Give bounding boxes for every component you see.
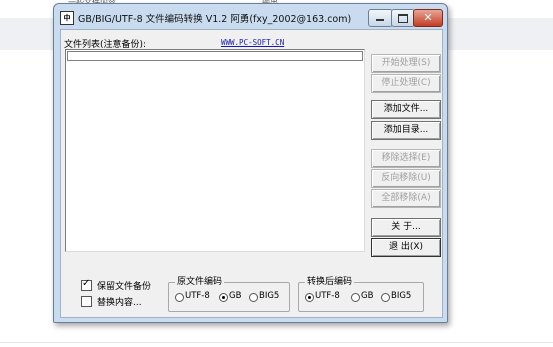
checkmark-icon: ✓ [82,278,91,289]
source-utf8-radio[interactable] [175,293,184,302]
exit-button[interactable]: 退 出(X) [371,238,441,257]
about-button[interactable]: 关 于... [371,218,441,237]
selected-dot-icon [308,296,311,299]
source-big5-label[interactable]: BIG5 [259,291,279,301]
target-gb-radio[interactable] [351,293,360,302]
source-encoding-title: 原文件编码 [175,277,225,287]
dialog-client-area: 文件列表(注意备份): WWW.PC-SOFT.CN 开始处理(S) 停止处理(… [60,29,443,318]
keep-backup-checkbox[interactable]: ✓ [81,278,92,291]
maximize-button[interactable] [391,9,415,27]
target-encoding-title: 转换后编码 [305,277,355,287]
title-bar[interactable]: 中 GB/BIG/UTF-8 文件编码转换 V1.2 阿勇(fxy_2002@1… [54,4,447,29]
window-title: GB/BIG/UTF-8 文件编码转换 V1.2 阿勇(fxy_2002@163… [78,14,352,25]
background-divider [0,342,553,343]
list-item[interactable] [67,51,363,61]
website-link[interactable]: WWW.PC-SOFT.CN [221,38,284,47]
target-big5-label[interactable]: BIG5 [391,291,411,301]
source-big5-radio[interactable] [249,293,258,302]
source-utf8-label[interactable]: UTF-8 [185,291,210,301]
encoding-converter-window: 中 GB/BIG/UTF-8 文件编码转换 V1.2 阿勇(fxy_2002@1… [53,3,448,323]
add-file-button[interactable]: 添加文件... [371,100,441,119]
target-utf8-label[interactable]: UTF-8 [315,291,340,301]
source-gb-radio[interactable] [219,293,228,302]
source-encoding-group: 原文件编码 UTF-8 GB BIG5 [168,277,290,312]
replace-content-label[interactable]: 替换内容... [97,295,142,308]
minimize-button[interactable] [368,9,393,27]
source-gb-label[interactable]: GB [229,291,241,301]
remove-inverse-button[interactable]: 反向移除(U) [371,169,441,188]
minimize-icon [376,19,384,21]
maximize-icon [398,14,408,23]
remove-all-button[interactable]: 全部移除(A) [371,189,441,208]
target-utf8-radio[interactable] [305,293,314,302]
close-icon: ✕ [423,11,433,24]
stop-button[interactable]: 停止处理(C) [371,74,441,93]
close-button[interactable]: ✕ [413,9,443,27]
app-icon[interactable]: 中 [60,11,74,25]
target-gb-label[interactable]: GB [361,291,373,301]
selected-dot-icon [222,296,225,299]
target-big5-radio[interactable] [381,293,390,302]
keep-backup-label[interactable]: 保留文件备份 [97,279,151,292]
file-list[interactable] [65,49,365,252]
add-directory-button[interactable]: 添加目录... [371,121,441,140]
replace-content-checkbox[interactable] [81,296,92,307]
remove-selected-button[interactable]: 移除选择(E) [371,149,441,168]
start-button[interactable]: 开始处理(S) [371,54,441,73]
target-encoding-group: 转换后编码 UTF-8 GB BIG5 [298,277,424,312]
